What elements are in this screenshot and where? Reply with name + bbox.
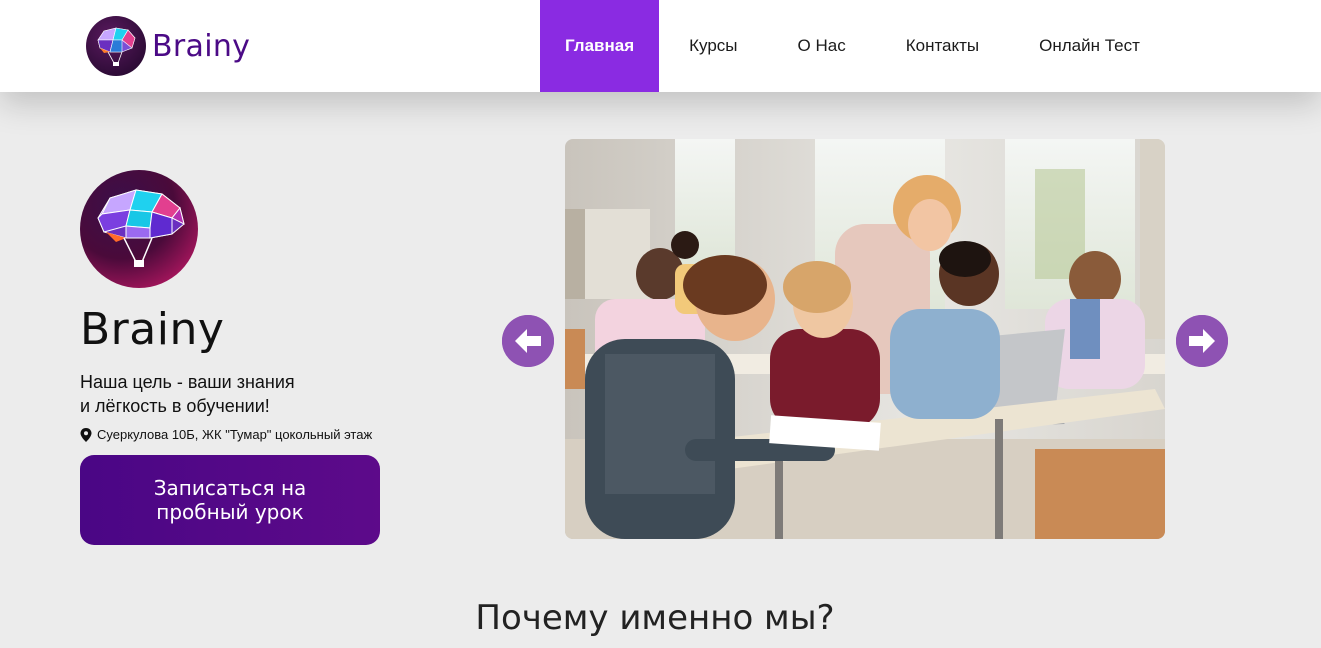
nav-item-about[interactable]: О Нас (768, 0, 876, 92)
why-us-heading: Почему именно мы? (475, 598, 835, 638)
arrow-right-icon (1176, 315, 1228, 367)
hero-tagline: Наша цель - ваши знания и лёгкость в обу… (80, 370, 380, 418)
logo-text: Brainy (152, 28, 251, 64)
tagline-line-2: и лёгкость в обучении! (80, 396, 270, 416)
tagline-line-1: Наша цель - ваши знания (80, 372, 295, 392)
brain-balloon-logo-icon (86, 16, 146, 76)
slider-next-button[interactable] (1176, 315, 1228, 367)
site-logo[interactable]: Brainy (86, 16, 250, 76)
address: Суеркулова 10Б, ЖК "Тумар" цокольный эта… (80, 427, 372, 442)
classroom-photo (565, 139, 1165, 539)
site-header: Brainy Главная Курсы О Нас Контакты Онла… (0, 0, 1321, 92)
hero-title: Brainy (80, 304, 225, 355)
map-pin-icon (80, 427, 92, 442)
address-text: Суеркулова 10Б, ЖК "Тумар" цокольный эта… (97, 427, 373, 442)
hero-slider-image (565, 139, 1165, 539)
nav-item-contacts[interactable]: Контакты (876, 0, 1009, 92)
nav-item-online-test[interactable]: Онлайн Тест (1009, 0, 1170, 92)
hero-brain-logo-icon (80, 170, 198, 288)
trial-lesson-button-label: Записаться на пробный урок (153, 476, 307, 524)
main-nav: Главная Курсы О Нас Контакты Онлайн Тест (540, 0, 1170, 92)
nav-item-home[interactable]: Главная (540, 0, 660, 92)
trial-lesson-button[interactable]: Записаться на пробный урок (80, 455, 380, 545)
slider-prev-button[interactable] (502, 315, 554, 367)
arrow-left-icon (502, 315, 554, 367)
nav-item-courses[interactable]: Курсы (659, 0, 767, 92)
